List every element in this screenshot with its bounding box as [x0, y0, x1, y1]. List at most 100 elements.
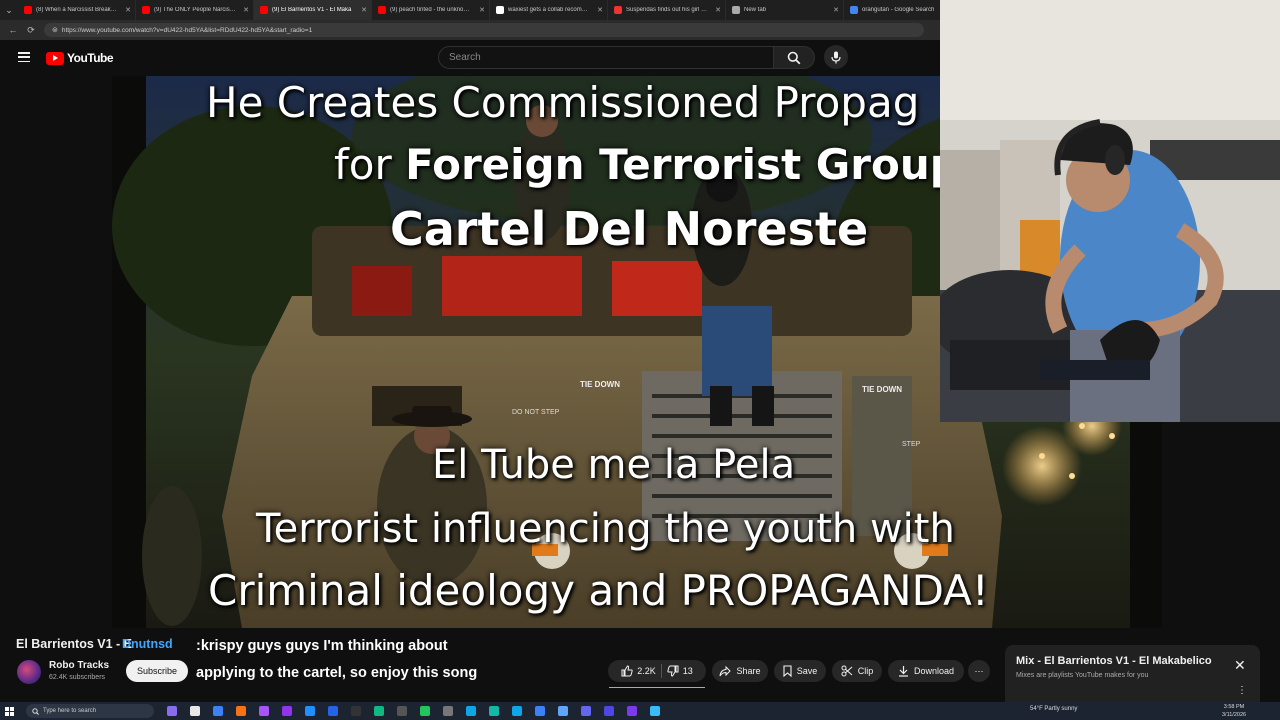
download-button[interactable]: Download	[888, 660, 964, 682]
search-placeholder: Search	[449, 52, 481, 63]
taskbar-app-icon[interactable]	[236, 706, 246, 716]
taskbar-app-icon[interactable]	[604, 706, 614, 716]
hamburger-menu-icon[interactable]	[18, 52, 30, 63]
taskbar-app-icon[interactable]	[535, 706, 545, 716]
browser-tab[interactable]: waxiest gets a collab recommend ✕	[490, 0, 608, 20]
like-dislike-group: 2.2K 13	[608, 660, 706, 682]
tab-label: (9) peach tinted - the unknown - Y	[390, 7, 481, 13]
taskbar-app-icon[interactable]	[328, 706, 338, 716]
channel-avatar[interactable]	[17, 660, 41, 684]
like-ratio-bar	[609, 687, 705, 688]
video-caption-line-5: Terrorist influencing the youth with	[256, 506, 955, 552]
video-title: El Barrientos V1 - E	[16, 637, 133, 651]
tab-favicon-icon	[850, 6, 858, 14]
taskbar-app-icon[interactable]	[282, 706, 292, 716]
url-field[interactable]: ⊜ https://www.youtube.com/watch?v=dU422-…	[44, 23, 924, 37]
mix-playlist-panel[interactable]: Mix - El Barrientos V1 - El Makabelico M…	[1005, 645, 1260, 703]
taskbar-app-icon[interactable]	[420, 706, 430, 716]
video-caption-line-6: Criminal ideology and PROPAGANDA!	[208, 566, 989, 615]
taskbar-app-icon[interactable]	[167, 706, 177, 716]
taskbar-weather[interactable]: 54°F Partly sunny	[1030, 706, 1077, 712]
taskbar-app-icon[interactable]	[374, 706, 384, 716]
tab-label: (9) The ONLY People Narcissists St	[154, 7, 247, 13]
taskbar-time: 3:58 PM	[1223, 704, 1245, 710]
taskbar-search-placeholder: Type here to search	[43, 708, 97, 714]
tab-close-icon[interactable]: ✕	[833, 6, 839, 14]
webcam-feed	[940, 0, 1280, 422]
clip-button[interactable]: Clip	[832, 660, 882, 682]
tab-favicon-icon	[614, 6, 622, 14]
more-vertical-icon[interactable]: ⋮	[1237, 685, 1247, 696]
tab-close-icon[interactable]: ✕	[361, 6, 367, 14]
like-count: 2.2K	[637, 666, 656, 676]
taskbar-app-icon[interactable]	[213, 706, 223, 716]
taskbar-app-icon[interactable]	[305, 706, 315, 716]
share-icon	[719, 665, 732, 676]
taskbar-app-icon[interactable]	[581, 706, 591, 716]
webcam-overlay	[940, 0, 1280, 422]
taskbar-clock[interactable]: 3:58 PM 3/11/2026	[1222, 703, 1246, 719]
like-button[interactable]: 2.2K	[621, 665, 656, 677]
windows-logo-icon	[4, 706, 14, 716]
microphone-icon	[831, 51, 841, 63]
browser-tab[interactable]: (9) The ONLY People Narcissists St ✕	[136, 0, 254, 20]
search-button[interactable]	[773, 46, 815, 69]
like-divider	[660, 664, 662, 678]
video-caption-line-1: He Creates Commissioned Propag	[206, 78, 920, 127]
taskbar-app-icon[interactable]	[259, 706, 269, 716]
scissors-icon	[841, 665, 853, 677]
taskbar-app-icon[interactable]	[489, 706, 499, 716]
tab-list-chevron-icon[interactable]: ⌄	[0, 5, 18, 16]
taskbar-search-input[interactable]: Type here to search	[26, 704, 154, 718]
voice-search-button[interactable]	[824, 45, 848, 69]
tab-favicon-icon	[24, 6, 32, 14]
tab-label: Suspendas finds out his girl Riri cl	[626, 7, 717, 13]
taskbar-date: 3/11/2026	[1222, 712, 1247, 718]
taskbar-app-icon[interactable]	[627, 706, 637, 716]
chat-username: Dnutnsd	[122, 637, 173, 651]
tab-close-icon[interactable]: ✕	[243, 6, 249, 14]
save-button[interactable]: Save	[774, 660, 826, 682]
windows-taskbar: Type here to search 54°F Partly sunny 3:…	[0, 702, 1280, 720]
browser-tab[interactable]: New tab ✕	[726, 0, 844, 20]
search-input[interactable]: Search	[438, 46, 774, 69]
taskbar-app-icon[interactable]	[512, 706, 522, 716]
tab-close-icon[interactable]: ✕	[715, 6, 721, 14]
browser-tab[interactable]: (9) El Barrientos V1 - El Maka ✕	[254, 0, 372, 20]
browser-tab[interactable]: (9) peach tinted - the unknown - Y ✕	[372, 0, 490, 20]
reload-icon[interactable]: ⟳	[26, 25, 36, 36]
channel-name[interactable]: Robo Tracks	[49, 660, 109, 671]
tie-down-left-label: TIE DOWN	[580, 380, 620, 389]
tab-favicon-icon	[378, 6, 386, 14]
video-caption-line-3: Cartel Del Noreste	[390, 202, 869, 256]
site-info-icon[interactable]: ⊜	[52, 26, 58, 34]
browser-tab[interactable]: Suspendas finds out his girl Riri cl ✕	[608, 0, 726, 20]
mix-subtitle: Mixes are playlists YouTube makes for yo…	[1016, 672, 1149, 679]
start-button[interactable]	[0, 702, 18, 720]
tab-favicon-icon	[142, 6, 150, 14]
taskbar-app-icon[interactable]	[466, 706, 476, 716]
taskbar-app-icon[interactable]	[558, 706, 568, 716]
tab-close-icon[interactable]: ✕	[479, 6, 485, 14]
tab-label: (9) El Barrientos V1 - El Maka	[272, 7, 352, 13]
subscribe-button[interactable]: Subscribe	[126, 660, 188, 682]
tie-down-right-label: TIE DOWN	[862, 385, 902, 394]
dislike-button[interactable]: 13	[667, 665, 693, 677]
more-actions-button[interactable]: ⋯	[968, 660, 990, 682]
step-label: STEP	[902, 441, 921, 448]
taskbar-app-icon[interactable]	[190, 706, 200, 716]
close-icon[interactable]: ✕	[1234, 657, 1246, 674]
youtube-logo[interactable]: YouTube	[46, 51, 114, 65]
taskbar-app-icon[interactable]	[650, 706, 660, 716]
tab-close-icon[interactable]: ✕	[597, 6, 603, 14]
share-button[interactable]: Share	[712, 660, 768, 682]
download-label: Download	[913, 666, 955, 676]
browser-tab[interactable]: (8) When a Narcissist Breaks the ✕	[18, 0, 136, 20]
taskbar-app-icon[interactable]	[443, 706, 453, 716]
video-caption-line-2: for Foreign Terrorist Group	[334, 140, 960, 189]
taskbar-app-icon[interactable]	[397, 706, 407, 716]
taskbar-app-icon[interactable]	[351, 706, 361, 716]
tab-favicon-icon	[732, 6, 740, 14]
tab-close-icon[interactable]: ✕	[125, 6, 131, 14]
back-arrow-icon[interactable]: ←	[8, 25, 18, 35]
